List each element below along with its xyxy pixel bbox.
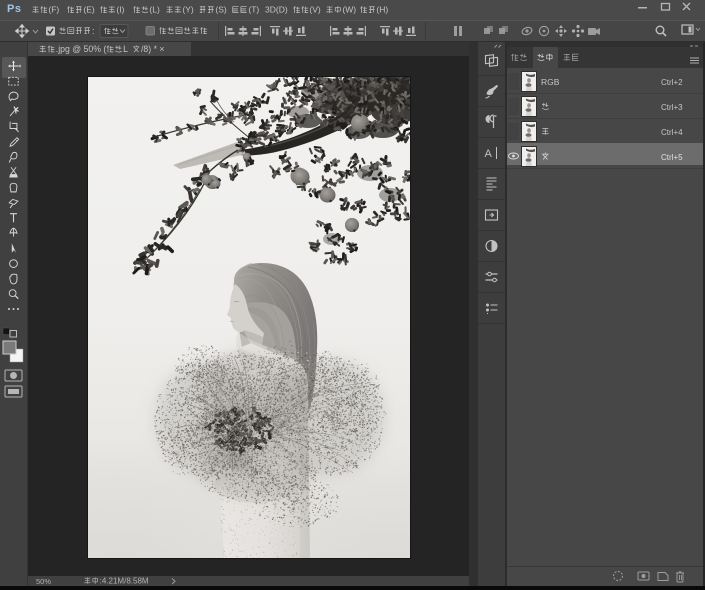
svg-text:/8) * ×: /8) * × xyxy=(141,44,165,54)
svg-text:.jpg @ 50% (: .jpg @ 50% ( xyxy=(56,44,107,54)
svg-text:(T): (T) xyxy=(248,5,259,15)
svg-text:(E): (E) xyxy=(83,5,95,15)
svg-text:(Y): (Y) xyxy=(182,5,194,15)
svg-text:(V): (V) xyxy=(309,5,321,15)
svg-text:(F): (F) xyxy=(48,5,59,15)
svg-text::: : xyxy=(92,26,95,36)
svg-text:(I): (I) xyxy=(116,5,124,15)
svg-text:A: A xyxy=(485,148,493,160)
svg-text:(W): (W) xyxy=(342,5,356,15)
svg-text:(L): (L) xyxy=(149,5,160,15)
svg-text:L: L xyxy=(123,44,128,54)
svg-text::4.21M/8.58M: :4.21M/8.58M xyxy=(100,576,149,585)
svg-text:3D(D): 3D(D) xyxy=(265,5,288,15)
svg-text:(H): (H) xyxy=(376,5,388,15)
svg-text:(S): (S) xyxy=(215,5,227,15)
